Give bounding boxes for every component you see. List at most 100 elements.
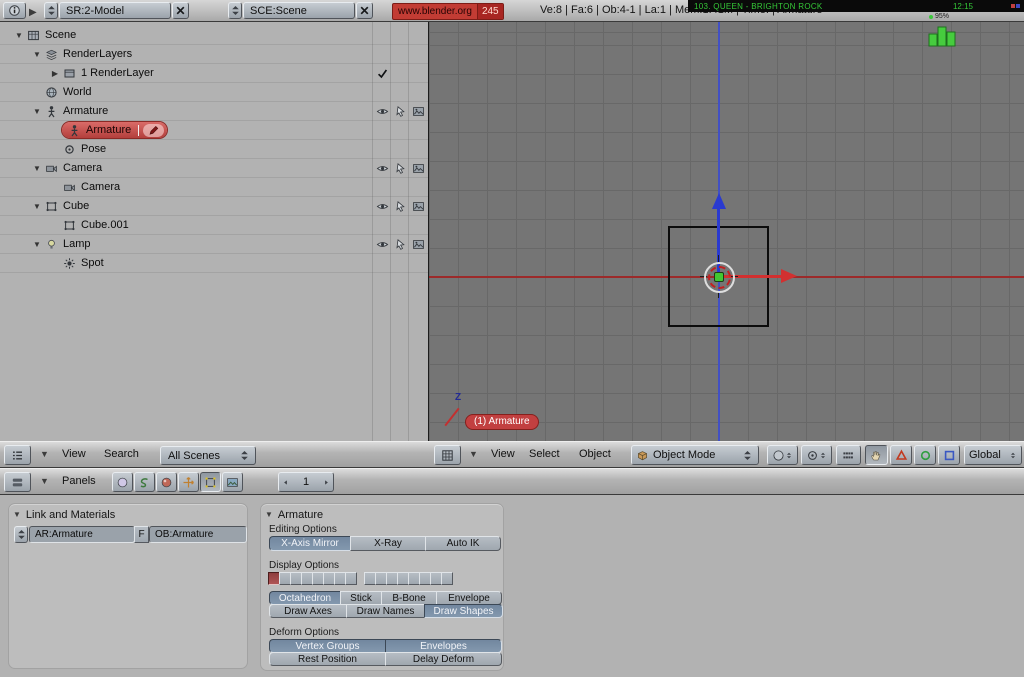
renderability-toggle[interactable] <box>410 199 427 214</box>
frame-decrement-icon[interactable] <box>281 476 290 489</box>
expand-toggle-icon[interactable]: ▼ <box>30 50 44 59</box>
context-scene-button[interactable] <box>222 472 243 492</box>
envelope-toggle[interactable]: Envelope <box>436 591 502 605</box>
scene-filter-dropdown[interactable]: All Scenes <box>160 446 256 465</box>
outliner-item-cube[interactable]: ▼ Cube <box>0 197 428 216</box>
menu-view[interactable]: View <box>58 442 90 467</box>
visibility-toggle[interactable] <box>374 104 391 119</box>
draw-axes-toggle[interactable]: Draw Axes <box>269 604 347 618</box>
header-collapse-icon[interactable]: ▼ <box>40 469 49 494</box>
manipulator-rotate-button[interactable] <box>914 445 936 465</box>
fake-user-button[interactable]: F <box>134 526 149 543</box>
delay-deform-toggle[interactable]: Delay Deform <box>385 652 502 666</box>
visibility-toggle[interactable] <box>374 161 391 176</box>
outliner-item-armature[interactable]: Armature <box>0 121 428 140</box>
outliner-item-lamp[interactable]: ▼ Lamp <box>0 235 428 254</box>
selectability-toggle[interactable] <box>392 104 409 119</box>
screen-browse-button[interactable] <box>44 2 58 19</box>
scene-close-button[interactable] <box>356 2 373 19</box>
renderability-toggle[interactable] <box>410 237 427 252</box>
panel-header[interactable]: ▼ Link and Materials <box>13 507 115 522</box>
layers-button[interactable] <box>836 445 861 465</box>
manipulator-x-arrow[interactable] <box>781 269 797 283</box>
visibility-toggle[interactable] <box>374 237 391 252</box>
panel-collapse-icon[interactable]: ▼ <box>13 510 21 519</box>
orientation-dropdown[interactable]: Global <box>964 445 1022 465</box>
outliner-item-renderlayers[interactable]: ▼ RenderLayers <box>0 45 428 64</box>
manipulator-toggle-button[interactable] <box>865 445 888 465</box>
menu-select[interactable]: Select <box>525 442 564 467</box>
outliner-item-pose[interactable]: Pose <box>0 140 428 159</box>
scene-browse-button[interactable] <box>228 2 242 19</box>
draw-shapes-toggle[interactable]: Draw Shapes <box>424 604 503 618</box>
auto-ik-toggle[interactable]: Auto IK <box>425 536 501 551</box>
outliner-item-camera[interactable]: ▼ Camera <box>0 159 428 178</box>
expand-toggle-icon[interactable]: ▶ <box>48 69 62 78</box>
rename-pencil-button[interactable] <box>143 123 165 137</box>
selectability-toggle[interactable] <box>392 237 409 252</box>
panel-collapse-icon[interactable]: ▼ <box>265 510 273 519</box>
context-logic-button[interactable] <box>112 472 133 492</box>
outliner-item-label: Armature <box>63 105 109 117</box>
outliner-item-1-renderlayer[interactable]: ▶ 1 RenderLayer <box>0 64 428 83</box>
armature-browse-button[interactable] <box>14 526 28 543</box>
mode-dropdown[interactable]: Object Mode <box>631 445 759 465</box>
outliner-item-world[interactable]: World <box>0 83 428 102</box>
expand-toggle-icon[interactable]: ▼ <box>30 240 44 249</box>
outliner-item-scene[interactable]: ▼ Scene <box>0 26 428 45</box>
context-editing-button[interactable] <box>200 472 221 492</box>
vertex-groups-toggle[interactable]: Vertex Groups <box>269 639 386 653</box>
pivot-dropdown[interactable] <box>801 445 832 465</box>
menu-view[interactable]: View <box>487 442 519 467</box>
screen-selector[interactable]: SR:2-Model <box>59 2 171 19</box>
editor-type-button[interactable] <box>434 445 461 465</box>
menu-object[interactable]: Object <box>575 442 615 467</box>
manipulator-translate-button[interactable] <box>890 445 912 465</box>
outliner-item-camera[interactable]: Camera <box>0 178 428 197</box>
header-collapse-icon[interactable]: ▼ <box>40 442 49 467</box>
draw-type-dropdown[interactable] <box>767 445 798 465</box>
selectability-toggle[interactable] <box>392 161 409 176</box>
renderability-toggle[interactable] <box>410 161 427 176</box>
panel-header[interactable]: ▼ Armature <box>265 507 323 522</box>
b-bone-toggle[interactable]: B-Bone <box>381 591 437 605</box>
frame-increment-icon[interactable] <box>322 476 331 489</box>
window-type-button[interactable] <box>3 2 26 19</box>
editor-type-button[interactable] <box>4 472 31 492</box>
header-collapse-icon[interactable]: ▼ <box>469 442 478 467</box>
context-object-button[interactable] <box>178 472 199 492</box>
context-shading-button[interactable] <box>156 472 177 492</box>
expand-toggle-icon[interactable]: ▼ <box>30 164 44 173</box>
x-axis-mirror-toggle[interactable]: X-Axis Mirror <box>269 536 351 551</box>
outliner-item-spot[interactable]: Spot <box>0 254 428 273</box>
screen-close-button[interactable] <box>172 2 189 19</box>
frame-stepper[interactable]: 1 <box>278 472 334 492</box>
outliner-item-armature[interactable]: ▼ Armature <box>0 102 428 121</box>
x-ray-toggle[interactable]: X-Ray <box>350 536 426 551</box>
expand-toggle-icon[interactable]: ▼ <box>12 31 26 40</box>
renderlayer-enabled-check[interactable] <box>374 66 391 81</box>
scene-selector[interactable]: SCE:Scene <box>243 2 355 19</box>
envelopes-toggle[interactable]: Envelopes <box>385 639 502 653</box>
draw-names-toggle[interactable]: Draw Names <box>346 604 425 618</box>
expand-toggle-icon[interactable]: ▼ <box>30 107 44 116</box>
armature-datablock-field[interactable]: AR:Armature <box>29 526 135 543</box>
menu-search[interactable]: Search <box>100 442 143 467</box>
selectability-toggle[interactable] <box>392 199 409 214</box>
editor-type-button[interactable] <box>4 445 31 465</box>
armature-layer-8[interactable] <box>345 572 357 585</box>
outliner-item-cube-001[interactable]: Cube.001 <box>0 216 428 235</box>
object-name-field[interactable]: OB:Armature <box>149 526 247 543</box>
rest-position-toggle[interactable]: Rest Position <box>269 652 386 666</box>
armature-layer-16[interactable] <box>441 572 453 585</box>
stick-toggle[interactable]: Stick <box>340 591 382 605</box>
octahedron-toggle[interactable]: Octahedron <box>269 591 341 605</box>
context-script-button[interactable] <box>134 472 155 492</box>
expand-toggle-icon[interactable]: ▼ <box>30 202 44 211</box>
manipulator-z-arrow[interactable] <box>712 193 726 209</box>
viewport-3d[interactable]: Z (1) Armature <box>429 22 1024 441</box>
visibility-toggle[interactable] <box>374 199 391 214</box>
manipulator-scale-button[interactable] <box>938 445 960 465</box>
menu-panels[interactable]: Panels <box>58 469 100 494</box>
renderability-toggle[interactable] <box>410 104 427 119</box>
